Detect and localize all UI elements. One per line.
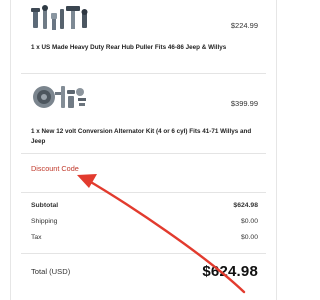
subtotal-row: Subtotal $624.98 <box>31 202 258 209</box>
tax-label: Tax <box>31 234 42 241</box>
divider <box>21 253 266 254</box>
cart-item: $399.99 1 x New 12 volt Conversion Alter… <box>11 76 276 152</box>
divider <box>21 153 266 154</box>
total-row: Total (USD) $624.98 <box>31 263 258 280</box>
total-value: $624.98 <box>202 263 258 280</box>
divider <box>21 192 266 193</box>
tax-row: Tax $0.00 <box>31 234 258 241</box>
item-price: $399.99 <box>230 99 258 108</box>
item-price: $224.99 <box>230 21 258 30</box>
subtotal-label: Subtotal <box>31 202 59 209</box>
subtotal-value: $624.98 <box>233 202 258 209</box>
shipping-label: Shipping <box>31 218 58 225</box>
tax-value: $0.00 <box>240 234 258 241</box>
shipping-value: $0.00 <box>240 218 258 225</box>
divider <box>21 73 266 74</box>
item-title: 1 x US Made Heavy Duty Rear Hub Puller F… <box>31 44 227 51</box>
item-title: 1 x New 12 volt Conversion Alternator Ki… <box>31 128 252 145</box>
alternator-kit-image <box>33 86 86 108</box>
order-summary-panel: $224.99 1 x US Made Heavy Duty Rear Hub … <box>10 0 277 300</box>
total-label: Total (USD) <box>31 267 71 276</box>
hub-puller-tools-image <box>31 5 88 30</box>
discount-code-link[interactable]: Discount Code <box>31 164 79 173</box>
cart-item: $224.99 1 x US Made Heavy Duty Rear Hub … <box>11 0 276 72</box>
shipping-row: Shipping $0.00 <box>31 218 258 225</box>
